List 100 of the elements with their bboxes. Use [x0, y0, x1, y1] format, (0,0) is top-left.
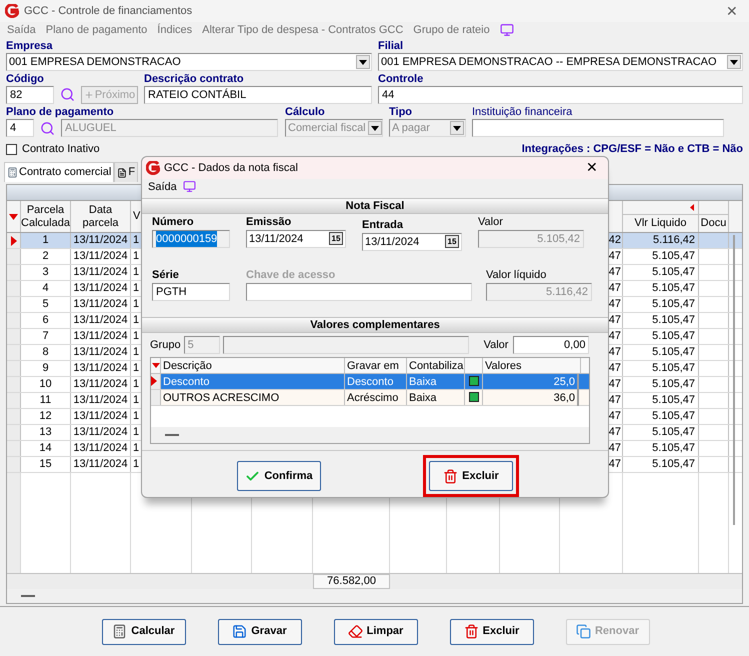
table-cell: 47: [608, 265, 621, 280]
menu-item[interactable]: Plano de pagamento: [46, 22, 148, 38]
column-header[interactable]: Descrição: [163, 360, 212, 372]
app-logo-icon: [146, 160, 160, 175]
table-cell: 13/11/2024: [73, 377, 128, 392]
search-icon[interactable]: [60, 87, 75, 102]
menu-item[interactable]: Alterar Tipo de despesa - Contratos GCC: [202, 22, 404, 38]
control-field[interactable]: 44: [378, 86, 743, 104]
table-cell: 13/11/2024: [73, 409, 128, 424]
column-header[interactable]: Docu: [700, 217, 726, 230]
section-header: Valores complementares: [142, 316, 608, 333]
table-cell: 5.105,47: [652, 345, 695, 360]
tab[interactable]: F: [114, 162, 138, 182]
table-cell: 47: [608, 377, 621, 392]
institution-field[interactable]: [472, 119, 724, 137]
table-cell: 13: [39, 425, 52, 440]
series-field[interactable]: PGTH: [152, 282, 230, 301]
calendar-button[interactable]: 15: [329, 232, 343, 246]
column-header[interactable]: V: [133, 210, 140, 223]
date-field[interactable]: 13/11/2024 15: [246, 230, 346, 248]
column-header[interactable]: Contabiliza: [409, 360, 464, 372]
current-row-icon: [151, 376, 157, 386]
table-cell: 47: [608, 345, 621, 360]
table-cell: 13/11/2024: [73, 457, 128, 472]
field-label: Chave de acesso: [246, 268, 336, 282]
checkbox-label: Contrato Inativo: [22, 142, 101, 157]
window-title: GCC - Controle de financiamentos: [24, 4, 194, 19]
table-cell: 42: [608, 233, 621, 248]
dialog-button[interactable]: Confirma: [237, 461, 321, 491]
action-button[interactable]: Calcular: [102, 618, 186, 644]
table-cell: 5.105,47: [652, 457, 695, 472]
table-row[interactable]: Desconto Desconto Baixa 25,0: [151, 374, 589, 390]
field-label: Código: [6, 73, 45, 86]
action-button[interactable]: Gravar: [218, 618, 302, 644]
column-header[interactable]: Parcela Calculada: [21, 204, 70, 230]
table-cell: 3: [42, 265, 49, 280]
trash-icon: [464, 624, 479, 639]
action-button[interactable]: Limpar: [334, 618, 418, 644]
table-cell: 13/11/2024: [73, 265, 128, 280]
column-header[interactable]: Gravar em: [347, 360, 399, 372]
dropdown-arrow-icon: [359, 60, 367, 64]
monitor-icon[interactable]: [500, 23, 514, 37]
access-key-field[interactable]: [246, 282, 472, 301]
checkbox[interactable]: [6, 144, 17, 154]
table-row[interactable]: OUTROS ACRESCIMO Acréscimo Baixa 36,0: [151, 390, 589, 406]
field-label: Instituição financeira: [472, 106, 574, 119]
app-logo-icon: [5, 4, 19, 18]
table-cell: 2: [42, 249, 49, 264]
close-button[interactable]: ✕: [720, 0, 744, 22]
table-cell: 1: [133, 409, 140, 424]
field-label: Série: [152, 268, 180, 282]
plan-field[interactable]: 4: [6, 119, 34, 137]
table-cell: 13/11/2024: [73, 233, 128, 248]
date-field[interactable]: 13/11/2024 15: [362, 232, 462, 251]
table-cell: 47: [608, 313, 621, 328]
dropdown-arrow-icon: [730, 60, 738, 64]
monitor-icon[interactable]: [182, 180, 196, 194]
description-field[interactable]: RATEIO CONTÁBIL: [144, 86, 372, 104]
menu-item[interactable]: Saída: [7, 22, 36, 38]
menu-item[interactable]: Índices: [157, 22, 192, 38]
tab[interactable]: Contrato comercial: [4, 162, 114, 182]
column-header[interactable]: Valores: [485, 360, 522, 372]
table-cell: 5.105,47: [652, 409, 695, 424]
field-label: Filial: [378, 40, 404, 53]
table-cell: 1: [133, 345, 140, 360]
copy-icon: [576, 624, 591, 639]
menu-item[interactable]: Grupo de rateio: [413, 22, 490, 38]
field-label: Tipo: [389, 106, 414, 119]
current-row-icon: [10, 236, 16, 246]
group-name-field[interactable]: [222, 336, 469, 354]
table-cell: 1: [133, 249, 140, 264]
table-cell: 1: [133, 377, 140, 392]
table-cell: 1: [133, 297, 140, 312]
column-header[interactable]: Vlr Liquido: [634, 217, 686, 230]
column-header[interactable]: Data parcela: [71, 204, 130, 230]
close-button[interactable]: ✕: [580, 157, 604, 178]
table-cell: 6: [42, 313, 49, 328]
menu-item[interactable]: Saída: [148, 178, 177, 196]
plus-icon: [84, 90, 94, 100]
value-field[interactable]: 0,00: [513, 336, 590, 354]
code-field[interactable]: 82: [6, 86, 54, 104]
table-cell: 4: [42, 281, 49, 296]
table-cell: Baixa: [409, 392, 437, 404]
company-dropdown[interactable]: 001 EMPRESA DEMONSTRACAO: [6, 53, 372, 71]
table-cell: 5.105,47: [652, 281, 695, 296]
calendar-button[interactable]: 15: [445, 235, 459, 248]
table-cell: 15: [39, 457, 52, 472]
table-cell: 5.105,47: [652, 265, 695, 280]
branch-dropdown[interactable]: 001 EMPRESA DEMONSTRACAO -- EMPRESA DEMONSTRACAO: [378, 53, 743, 71]
action-button[interactable]: Excluir: [450, 618, 534, 644]
dropdown-arrow-icon: [370, 126, 379, 130]
table-cell: Acréscimo: [347, 392, 398, 404]
field-label: Controle: [378, 73, 424, 86]
search-icon[interactable]: [40, 120, 55, 136]
checkbox[interactable]: [468, 392, 478, 402]
table-cell: 13/11/2024: [73, 329, 128, 344]
window-title: GCC - Dados da nota fiscal: [164, 160, 299, 176]
checkbox[interactable]: [468, 376, 478, 386]
number-field[interactable]: 0000000159: [152, 230, 230, 248]
dialog-button[interactable]: Excluir: [429, 461, 513, 491]
